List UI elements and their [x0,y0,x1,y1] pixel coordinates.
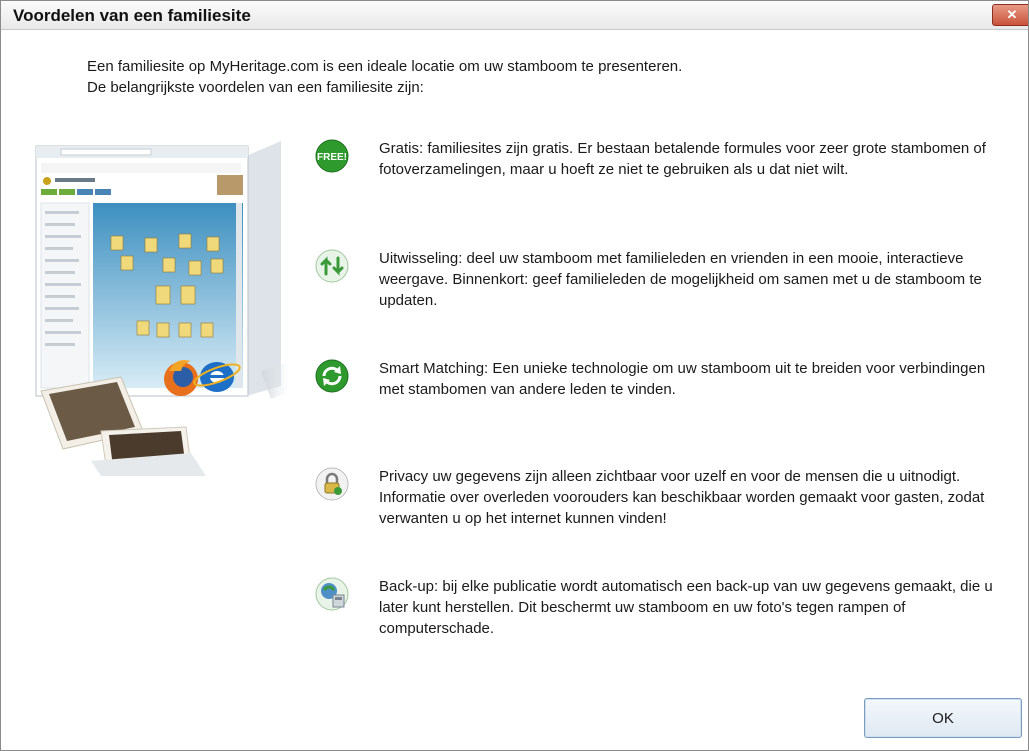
intro-text: Een familiesite op MyHeritage.com is een… [87,56,682,98]
feature-text-backup: Back-up: bij elke publicatie wordt autom… [379,578,993,637]
exchange-icon [315,249,349,283]
free-icon: FREE! [315,139,349,173]
feature-text-smart-matching: Smart Matching: Een unieke technologie o… [379,360,986,398]
family-site-illustration [35,141,291,476]
refresh-icon [315,359,349,393]
feature-free: FREE! Gratis: familiesites zijn gratis. … [314,138,1014,208]
close-icon: ✕ [1006,7,1018,22]
feature-smart-matching: Smart Matching: Een unieke technologie o… [314,358,1014,408]
close-button[interactable]: ✕ [992,4,1028,26]
feature-text-exchange: Uitwisseling: deel uw stamboom met famil… [379,250,982,309]
browser-screenshot [35,145,249,397]
dialog-window: Voordelen van een familiesite ✕ Een fami… [0,0,1029,751]
intro-line-2: De belangrijkste voordelen van een famil… [87,79,424,96]
feature-exchange: Uitwisseling: deel uw stamboom met famil… [314,248,1014,318]
feature-privacy: Privacy uw gegevens zijn alleen zichtbaa… [314,466,1014,536]
ok-button[interactable]: OK [864,698,1022,738]
intro-line-1: Een familiesite op MyHeritage.com is een… [87,58,683,75]
free-icon-text: FREE! [317,152,347,163]
backup-icon [315,577,349,611]
title-bar: Voordelen van een familiesite ✕ [1,1,1028,30]
dialog-title: Voordelen van een familiesite [13,6,251,25]
feature-backup: Back-up: bij elke publicatie wordt autom… [314,576,1014,646]
feature-text-free: Gratis: familiesites zijn gratis. Er bes… [379,140,986,178]
feature-text-privacy: Privacy uw gegevens zijn alleen zichtbaa… [379,468,985,527]
lock-icon [315,467,349,501]
